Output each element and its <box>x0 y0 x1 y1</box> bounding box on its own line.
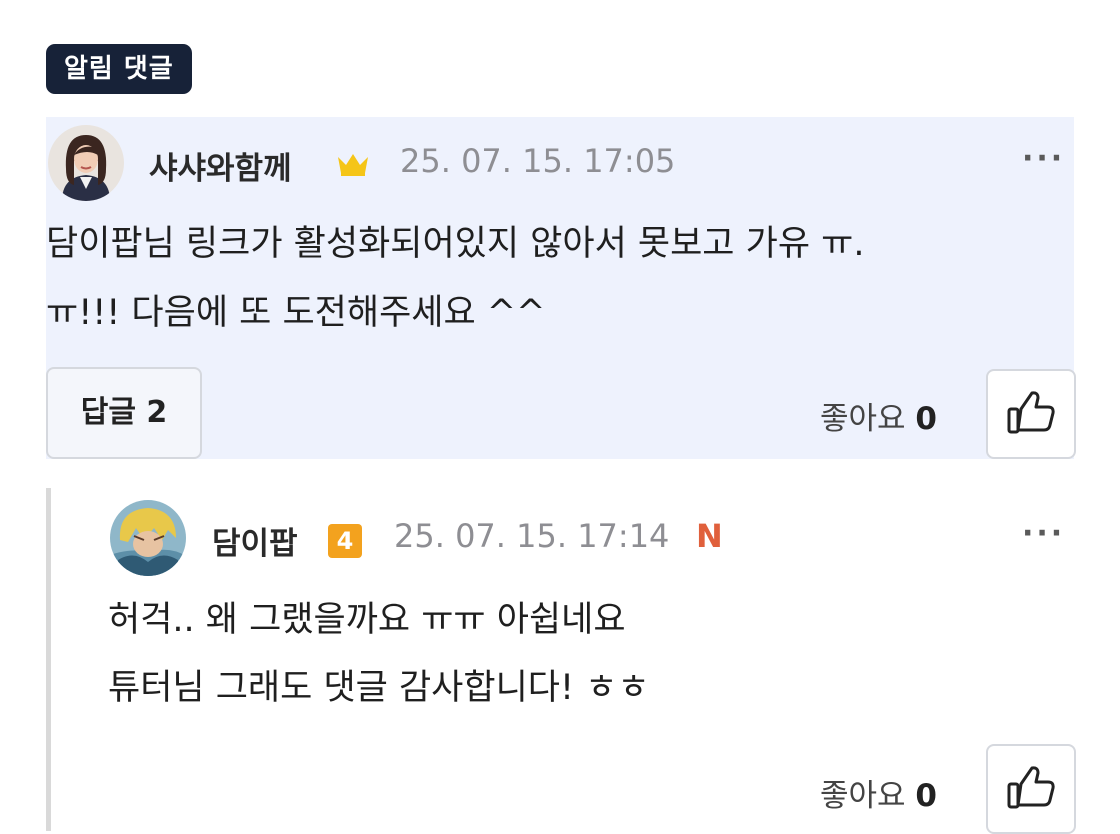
reply-author[interactable]: 담이팝 <box>212 518 298 563</box>
like-label: 좋아요 0 <box>820 770 937 815</box>
like-count: 0 <box>915 778 937 814</box>
reply-date: 25. 07. 15. 17:14 <box>394 517 670 555</box>
reply-text-line-2: 튜터님 그래도 댓글 감사합니다! ㅎㅎ <box>108 668 650 708</box>
reply-text-line-1: 허걱.. 왜 그랬을까요 ㅠㅠ 아쉽네요 <box>108 600 626 640</box>
avatar-dameepop[interactable] <box>110 500 186 576</box>
new-badge: N <box>696 517 723 555</box>
comment-reply: 담이팝 4 25. 07. 15. 17:14 N ··· 허걱.. 왜 그랬을… <box>0 0 1120 834</box>
thumbs-up-icon <box>1007 766 1055 809</box>
like-label-text: 좋아요 <box>820 778 906 814</box>
level-badge: 4 <box>328 524 362 558</box>
like-button[interactable] <box>986 744 1076 834</box>
more-options-icon[interactable]: ··· <box>1022 516 1065 551</box>
